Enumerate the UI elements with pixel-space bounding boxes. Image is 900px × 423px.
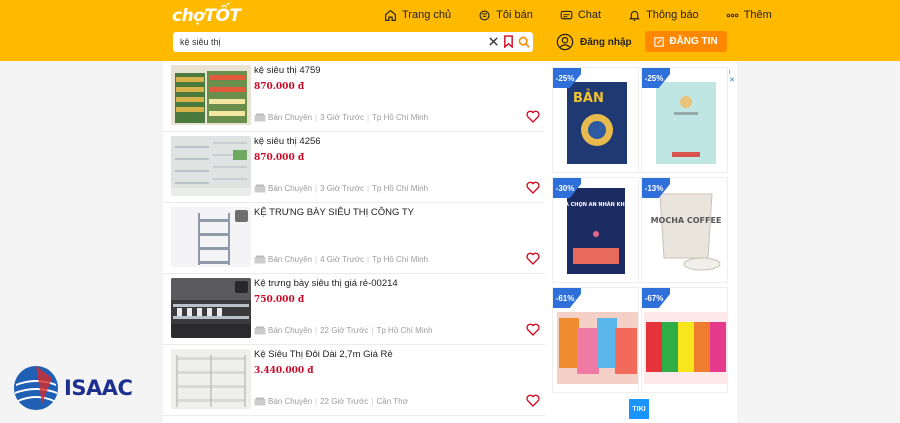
chat-icon: [560, 10, 573, 19]
video-badge-icon: [235, 281, 248, 293]
login-link[interactable]: Đăng nhập: [556, 33, 632, 51]
header-bar: chợTỐT Trang chủ Tôi bán Chat Thông báo …: [0, 0, 900, 61]
nav-more-label: Thêm: [743, 9, 772, 21]
location: Tp Hồ Chí Minh: [376, 326, 433, 335]
isaac-watermark: ISAAC: [12, 364, 133, 412]
bookmark-icon[interactable]: [503, 35, 514, 48]
shop-icon: [254, 184, 266, 193]
location: Tp Hồ Chí Minh: [372, 113, 429, 122]
listing-thumbnail: [171, 278, 251, 338]
nav-notifications-label: Thông báo: [646, 9, 699, 21]
ad-product[interactable]: -67%: [641, 287, 728, 393]
cup-brand-text: MOCHA COFFEE: [651, 216, 722, 225]
user-icon: [556, 33, 574, 51]
seller-type: Bán Chuyên: [268, 113, 313, 122]
ad-product[interactable]: -61%: [552, 287, 639, 393]
post-time: 3 Giờ Trước: [320, 113, 364, 122]
favorite-heart-icon[interactable]: [526, 394, 540, 407]
login-label: Đăng nhập: [580, 36, 632, 48]
listing-price: 750.000 đ: [254, 295, 305, 305]
nav-home-label: Trang chủ: [402, 9, 452, 21]
search-bar: [173, 32, 533, 52]
favorite-heart-icon[interactable]: [526, 252, 540, 265]
listing-meta: Bán Chuyên | 22 Giờ Trước | Tp Hồ Chí Minh: [254, 326, 433, 335]
post-time: 4 Giờ Trước: [320, 255, 364, 264]
ad-choices-icon[interactable]: i ✕: [729, 69, 737, 84]
nav-seller-label: Tôi bán: [496, 9, 533, 21]
nav-chat-label: Chat: [577, 9, 602, 21]
seller-icon: [479, 9, 490, 21]
search-icon[interactable]: [518, 36, 530, 48]
nav-home[interactable]: Trang chủ: [384, 8, 451, 22]
seller-type: Bán Chuyên: [268, 255, 313, 264]
favorite-heart-icon[interactable]: [526, 110, 540, 123]
nav-seller[interactable]: Tôi bán: [478, 8, 533, 22]
bell-icon: [629, 10, 641, 21]
nav-chat[interactable]: Chat: [560, 8, 601, 22]
ad-product[interactable]: BẢN -25%: [552, 67, 639, 173]
listing-item[interactable]: kệ siêu thị 4256 870.000 đ Bán Chuyên | 3…: [163, 132, 545, 203]
listing-meta: Bán Chuyên | 3 Giờ Trước | Tp Hồ Chí Minh: [254, 113, 428, 122]
listing-title[interactable]: KỆ TRƯNG BÀY SIÊU THỊ CÔNG TY: [254, 207, 414, 218]
video-badge-icon: [235, 210, 248, 222]
post-time: 22 Giờ Trước: [320, 397, 369, 406]
listing-price: 870.000 đ: [254, 82, 305, 92]
ad-product[interactable]: MOCHA COFFEE -13%: [641, 177, 728, 283]
listing-meta: Bán Chuyên | 22 Giờ Trước | Cần Thơ: [254, 397, 408, 406]
listing-title[interactable]: kệ siêu thị 4759: [254, 65, 321, 76]
listing-item[interactable]: Kệ Siêu Thị Đôi Dài 2,7m Giá Rẻ 3.440.00…: [163, 345, 545, 416]
isaac-wordmark: ISAAC: [64, 376, 133, 400]
location: Cần Thơ: [376, 397, 408, 406]
book-cover-text: ĐỪNG LỰA CHỌN AN NHÀN KHI CÒN TRẺ: [553, 200, 639, 208]
listing-item[interactable]: kệ siêu thị 4759 870.000 đ Bán Chuyên | 3…: [163, 61, 545, 132]
post-time: 3 Giờ Trước: [320, 184, 364, 193]
listing-meta: Bán Chuyên | 4 Giờ Trước | Tp Hồ Chí Minh: [254, 255, 428, 264]
listing-price: 3.440.000 đ: [254, 366, 314, 376]
ad-product[interactable]: ĐỪNG LỰA CHỌN AN NHÀN KHI CÒN TRẺ -30%: [552, 177, 639, 283]
listing-thumbnail: [171, 207, 251, 267]
search-input[interactable]: [180, 37, 480, 47]
main-nav: Trang chủ Tôi bán Chat Thông báo Thêm: [384, 8, 772, 22]
post-listing-button[interactable]: ĐĂNG TIN: [645, 31, 727, 52]
tiki-logo[interactable]: TIKI: [629, 399, 649, 419]
favorite-heart-icon[interactable]: [526, 323, 540, 336]
shop-icon: [254, 397, 266, 406]
chotot-logo[interactable]: chợTỐT: [172, 6, 241, 26]
globe-logo-icon: [14, 366, 58, 410]
shop-icon: [254, 113, 266, 122]
listing-meta: Bán Chuyên | 3 Giờ Trước | Tp Hồ Chí Minh: [254, 184, 428, 193]
clear-icon[interactable]: [488, 36, 499, 47]
location: Tp Hồ Chí Minh: [372, 255, 429, 264]
seller-type: Bán Chuyên: [268, 326, 313, 335]
listing-item[interactable]: KỆ TRƯNG BÀY SIÊU THỊ CÔNG TY Bán Chuyên…: [163, 203, 545, 274]
more-icon: [726, 13, 738, 17]
shop-icon: [254, 326, 266, 335]
location: Tp Hồ Chí Minh: [372, 184, 429, 193]
nav-notifications[interactable]: Thông báo: [628, 8, 699, 22]
home-icon: [385, 9, 396, 21]
listing-item[interactable]: Kệ trưng bày siêu thị giá rẻ-00214 750.0…: [163, 274, 545, 345]
listing-thumbnail: [171, 349, 251, 409]
listing-title[interactable]: Kệ Siêu Thị Đôi Dài 2,7m Giá Rẻ: [254, 349, 393, 360]
nav-more[interactable]: Thêm: [726, 8, 772, 22]
ad-product[interactable]: -25%: [641, 67, 728, 173]
listing-title[interactable]: kệ siêu thị 4256: [254, 136, 321, 147]
seller-type: Bán Chuyên: [268, 184, 313, 193]
edit-icon: [654, 36, 665, 47]
listing-price: 870.000 đ: [254, 153, 305, 163]
listing-thumbnail: [171, 65, 251, 125]
shop-icon: [254, 255, 266, 264]
listing-title[interactable]: Kệ trưng bày siêu thị giá rẻ-00214: [254, 278, 398, 289]
book-title-text: BẢN: [573, 89, 604, 106]
post-listing-label: ĐĂNG TIN: [669, 36, 718, 47]
post-time: 22 Giờ Trước: [320, 326, 369, 335]
listing-thumbnail: [171, 136, 251, 196]
main-content: kệ siêu thị 4759 870.000 đ Bán Chuyên | 3…: [163, 61, 737, 423]
seller-type: Bán Chuyên: [268, 397, 313, 406]
favorite-heart-icon[interactable]: [526, 181, 540, 194]
